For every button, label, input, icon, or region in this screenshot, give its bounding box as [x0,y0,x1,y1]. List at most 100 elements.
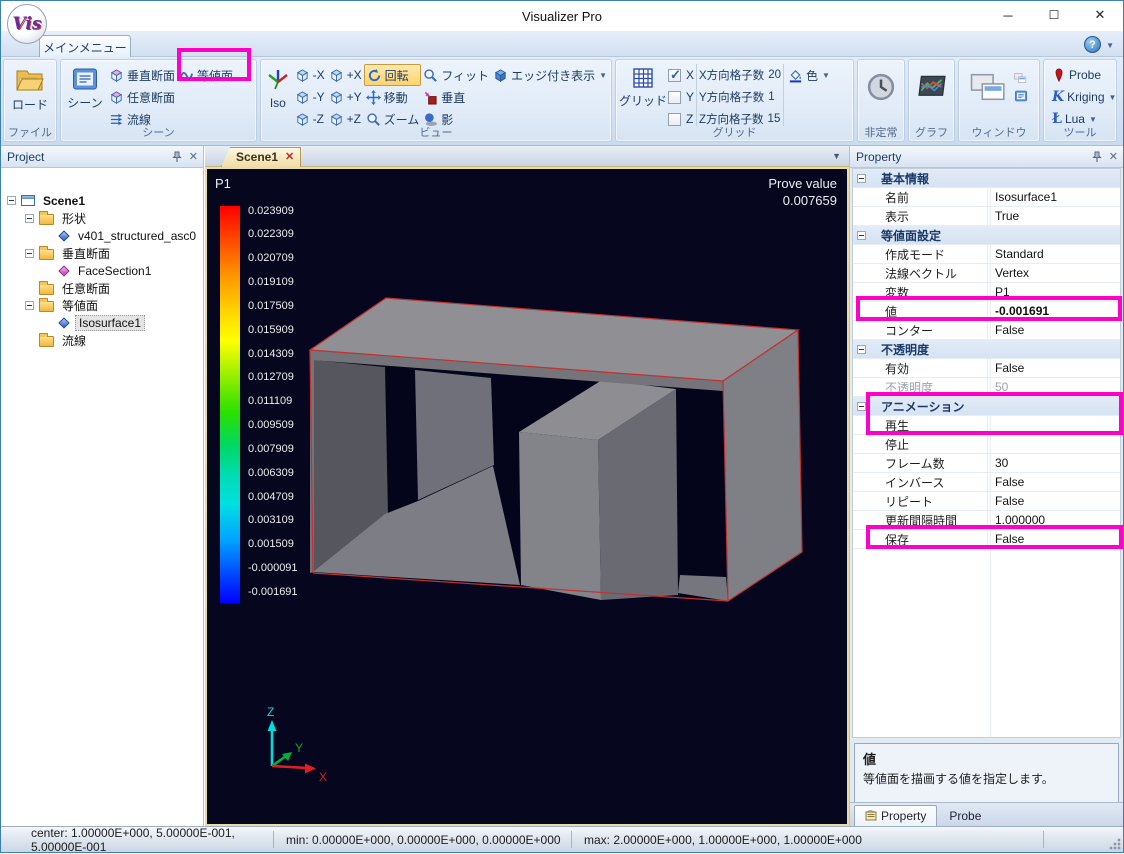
minimize-button[interactable]: ─ [985,1,1031,29]
arbitrary-section-button[interactable]: 任意断面 [107,86,177,108]
move-button[interactable]: 移動 [364,86,422,108]
tab-scene1[interactable]: Scene1 ✕ [221,147,301,167]
close-icon[interactable]: ✕ [189,150,198,163]
grid-axis-toggle[interactable]: Y [668,86,694,108]
pin-icon[interactable] [1092,151,1102,163]
chevron-down-icon[interactable]: ▼ [1106,41,1114,50]
edge-display-button[interactable]: エッジ付き表示 ▼ [491,64,609,86]
property-row[interactable]: コンターFalse [853,321,1120,340]
app-logo-icon[interactable]: Vis [7,4,47,44]
grid-button[interactable]: グリッド [618,62,668,126]
property-row[interactable]: 停止 [853,435,1120,454]
tree-item[interactable]: 任意断面 [1,280,203,298]
perpendicular-button[interactable]: 垂直 [421,86,491,108]
probe-button[interactable]: Probe [1050,64,1114,86]
tab-main-menu[interactable]: メインメニュー [39,35,131,57]
property-row[interactable]: 不透明度50 [853,378,1120,397]
tree-item[interactable]: 流線 [1,332,203,350]
unsteady-button[interactable] [866,72,896,107]
graph-button[interactable] [916,74,948,105]
property-value[interactable]: P1 [988,285,1010,299]
property-value[interactable]: False [988,475,1024,489]
expand-toggle[interactable] [857,174,866,183]
checkbox-unchecked-icon[interactable] [668,91,681,104]
property-row[interactable]: リピートFalse [853,492,1120,511]
resize-grip[interactable] [1109,838,1121,850]
view-plusminus-x-button[interactable]: +X [327,64,364,86]
tree-item[interactable]: Isosurface1 [1,315,203,333]
viewport-3d[interactable]: P1 0.0239090.0223090.0207090.0191090.017… [205,167,849,826]
kriging-button[interactable]: K Kriging ▼ [1050,86,1114,108]
property-row[interactable]: 作成モードStandard [853,245,1120,264]
property-row[interactable]: 保存False [853,530,1120,549]
fit-button[interactable]: フィット [421,64,491,86]
tree-item[interactable]: v401_structured_asc0 [1,227,203,245]
property-row[interactable]: 値-0.001691 [853,302,1120,321]
grid-color-button[interactable]: 色 ▼ [786,64,832,86]
property-group-header[interactable]: 不透明度 [853,340,1120,359]
property-group-header[interactable]: アニメーション [853,397,1120,416]
property-group-header[interactable]: 基本情報 [853,169,1120,188]
property-value[interactable]: False [988,532,1024,546]
property-value[interactable]: 1.000000 [988,513,1045,527]
grid-count-value[interactable]: 1 [768,91,774,103]
vertical-section-button[interactable]: 垂直断面 [107,64,177,86]
property-value[interactable]: 30 [988,456,1008,470]
property-row[interactable]: 再生 [853,416,1120,435]
tree-item[interactable]: 垂直断面 [1,245,203,263]
scene-button[interactable]: シーン [63,62,107,126]
tile-windows-icon[interactable] [1014,72,1028,84]
tree-item[interactable]: 形状 [1,210,203,228]
expand-toggle[interactable] [857,402,866,411]
property-row[interactable]: インバースFalse [853,473,1120,492]
window-layout-button[interactable] [970,70,1010,109]
close-tab-icon[interactable]: ✕ [285,150,294,167]
chevron-down-icon[interactable]: ▼ [832,151,841,161]
expand-toggle[interactable] [857,231,866,240]
close-button[interactable]: ✕ [1077,1,1123,29]
grid-count-value[interactable]: 20 [768,69,781,81]
document-list-icon[interactable] [1014,90,1028,102]
property-value[interactable]: False [988,361,1024,375]
load-button[interactable]: ロード [12,62,48,126]
iso-view-button[interactable]: Iso [263,62,293,126]
property-value[interactable]: False [988,323,1024,337]
view-minus-y-button[interactable]: -Y [293,86,327,108]
view-minus-x-button[interactable]: -X [293,64,327,86]
property-row[interactable]: 名前Isosurface1 [853,188,1120,207]
property-value[interactable]: True [988,209,1019,223]
expand-toggle[interactable] [25,249,34,258]
property-value[interactable]: 50 [988,380,1008,394]
rotate-button[interactable]: 回転 [364,64,422,86]
checkbox-checked-icon[interactable] [668,69,681,82]
property-row[interactable]: 変数P1 [853,283,1120,302]
help-icon[interactable]: ? [1084,36,1101,53]
expand-toggle[interactable] [25,301,34,310]
property-value[interactable]: False [988,494,1024,508]
tab-probe[interactable]: Probe [939,805,991,826]
view-plusminus-y-button[interactable]: +Y [327,86,364,108]
property-value[interactable]: Standard [988,247,1044,261]
property-row[interactable]: 法線ベクトルVertex [853,264,1120,283]
tab-property[interactable]: Property [854,805,937,826]
property-row[interactable]: 有効False [853,359,1120,378]
expand-toggle[interactable] [25,214,34,223]
property-value[interactable]: Isosurface1 [988,190,1057,204]
isosurface-button[interactable]: 等値面 [177,64,235,86]
property-value[interactable]: -0.001691 [988,304,1049,318]
tree-item[interactable]: FaceSection1 [1,262,203,280]
property-row[interactable]: フレーム数30 [853,454,1120,473]
grid-axis-toggle[interactable]: X [668,64,694,86]
tree-item[interactable]: Scene1 [1,192,203,210]
pin-icon[interactable] [172,151,182,163]
close-icon[interactable]: ✕ [1109,150,1118,163]
expand-toggle[interactable] [7,196,16,205]
property-group-header[interactable]: 等値面設定 [853,226,1120,245]
property-row[interactable]: 更新間隔時間1.000000 [853,511,1120,530]
tree-item[interactable]: 等値面 [1,297,203,315]
expand-toggle[interactable] [857,345,866,354]
status-center: center: 1.00000E+000, 5.00000E-001, 5.00… [1,827,273,852]
property-value[interactable]: Vertex [988,266,1029,280]
maximize-button[interactable]: ☐ [1031,1,1077,29]
property-row[interactable]: 表示True [853,207,1120,226]
